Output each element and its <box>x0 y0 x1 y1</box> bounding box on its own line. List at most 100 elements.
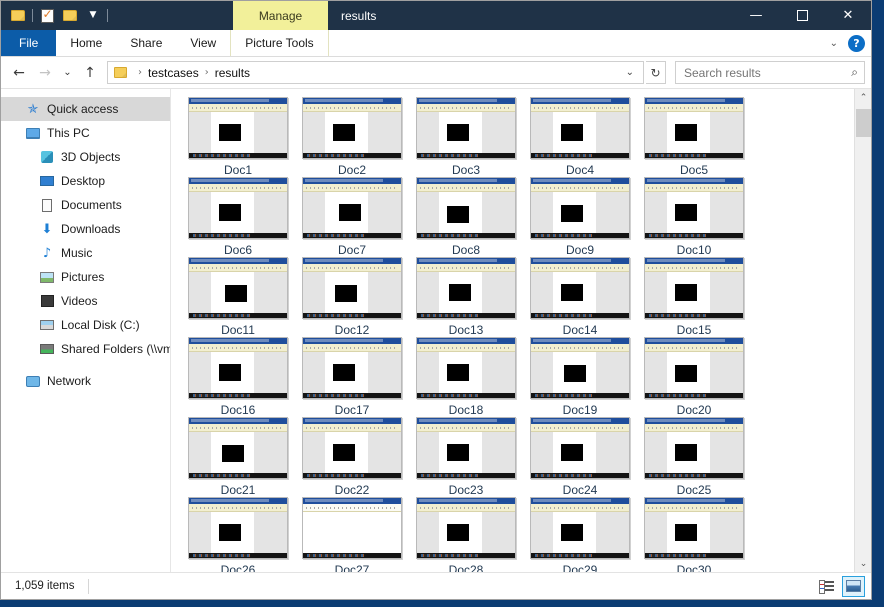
file-thumbnail[interactable] <box>188 97 288 159</box>
search-box[interactable]: ⌕ <box>675 61 865 84</box>
file-thumbnail[interactable] <box>530 417 630 479</box>
file-thumbnail[interactable] <box>644 257 744 319</box>
file-item[interactable]: Doc23 <box>409 417 523 497</box>
file-thumbnail[interactable] <box>188 497 288 559</box>
scrollbar-thumb[interactable] <box>856 109 871 137</box>
sidebar-item-local-disk-c[interactable]: Local Disk (C:) <box>1 313 170 337</box>
scroll-up-button[interactable]: ⌃ <box>855 89 871 106</box>
file-item[interactable]: Doc10 <box>637 177 751 257</box>
customize-caret-icon[interactable]: ▼ <box>84 7 102 25</box>
file-item[interactable]: Doc11 <box>181 257 295 337</box>
address-dropdown-icon[interactable]: ⌄ <box>620 67 640 78</box>
sidebar-item-desktop[interactable]: Desktop <box>1 169 170 193</box>
breadcrumb-separator-1[interactable]: › <box>205 67 209 78</box>
file-thumbnail[interactable] <box>302 497 402 559</box>
folder-icon[interactable] <box>9 7 27 25</box>
file-item[interactable]: Doc16 <box>181 337 295 417</box>
tab-home[interactable]: Home <box>56 30 116 56</box>
new-folder-icon[interactable] <box>61 7 79 25</box>
file-item[interactable]: Doc8 <box>409 177 523 257</box>
sidebar-item-3d-objects[interactable]: 3D Objects <box>1 145 170 169</box>
large-icons-view-button[interactable] <box>842 575 865 597</box>
file-item[interactable]: Doc18 <box>409 337 523 417</box>
breadcrumb-separator-0[interactable]: › <box>138 67 142 78</box>
sidebar-item-videos[interactable]: Videos <box>1 289 170 313</box>
file-item[interactable]: Doc7 <box>295 177 409 257</box>
up-button[interactable]: ↑ <box>78 61 102 85</box>
file-item[interactable]: Doc5 <box>637 97 751 177</box>
file-thumbnail[interactable] <box>530 337 630 399</box>
file-item[interactable]: Doc28 <box>409 497 523 572</box>
file-item[interactable]: Doc22 <box>295 417 409 497</box>
tab-view[interactable]: View <box>176 30 230 56</box>
file-thumbnail[interactable] <box>416 497 516 559</box>
file-item[interactable]: Doc15 <box>637 257 751 337</box>
sidebar-item-quick-access[interactable]: ✯ Quick access <box>1 97 170 121</box>
file-item[interactable]: Doc21 <box>181 417 295 497</box>
recent-locations-icon[interactable]: ⌄ <box>59 61 76 85</box>
file-item[interactable]: Doc26 <box>181 497 295 572</box>
search-input[interactable] <box>682 64 852 81</box>
sidebar-item-shared-folders-vm[interactable]: Shared Folders (\\vm <box>1 337 170 361</box>
file-item[interactable]: Doc6 <box>181 177 295 257</box>
file-item[interactable]: Doc25 <box>637 417 751 497</box>
back-button[interactable]: ← <box>7 61 31 85</box>
file-thumbnail[interactable] <box>188 337 288 399</box>
refresh-icon[interactable]: ↻ <box>646 61 666 84</box>
properties-icon[interactable] <box>38 7 56 25</box>
file-thumbnail[interactable] <box>530 177 630 239</box>
file-thumbnail[interactable] <box>302 337 402 399</box>
file-item[interactable]: Doc3 <box>409 97 523 177</box>
file-thumbnail[interactable] <box>644 417 744 479</box>
file-item[interactable]: Doc14 <box>523 257 637 337</box>
file-thumbnail[interactable] <box>530 497 630 559</box>
details-view-button[interactable] <box>815 576 838 597</box>
tab-file[interactable]: File <box>1 30 57 56</box>
file-item[interactable]: Doc20 <box>637 337 751 417</box>
tab-share[interactable]: Share <box>116 30 176 56</box>
breadcrumb[interactable]: › testcases › results ⌄ <box>107 61 644 84</box>
file-item[interactable]: Doc27 <box>295 497 409 572</box>
file-item[interactable]: Doc19 <box>523 337 637 417</box>
vertical-scrollbar[interactable]: ⌃ ⌄ <box>854 89 871 572</box>
forward-button[interactable]: → <box>33 61 57 85</box>
file-thumbnail[interactable] <box>188 177 288 239</box>
file-thumbnail[interactable] <box>302 177 402 239</box>
sidebar-item-documents[interactable]: Documents <box>1 193 170 217</box>
file-thumbnail[interactable] <box>416 97 516 159</box>
file-item[interactable]: Doc1 <box>181 97 295 177</box>
file-thumbnail[interactable] <box>302 257 402 319</box>
breadcrumb-item-testcases[interactable]: testcases <box>148 66 199 80</box>
help-icon[interactable]: ? <box>848 35 865 52</box>
file-item[interactable]: Doc12 <box>295 257 409 337</box>
file-item[interactable]: Doc4 <box>523 97 637 177</box>
file-thumbnail[interactable] <box>416 417 516 479</box>
file-item[interactable]: Doc24 <box>523 417 637 497</box>
file-thumbnail[interactable] <box>416 257 516 319</box>
file-thumbnail[interactable] <box>530 257 630 319</box>
sidebar-item-downloads[interactable]: ⬇ Downloads <box>1 217 170 241</box>
file-thumbnail[interactable] <box>644 337 744 399</box>
file-thumbnail[interactable] <box>302 97 402 159</box>
file-thumbnail[interactable] <box>416 177 516 239</box>
file-thumbnail[interactable] <box>188 257 288 319</box>
tab-picture-tools[interactable]: Picture Tools <box>230 30 329 56</box>
minimize-button[interactable]: — <box>733 1 779 30</box>
file-thumbnail[interactable] <box>188 417 288 479</box>
file-item[interactable]: Doc9 <box>523 177 637 257</box>
file-item[interactable]: Doc30 <box>637 497 751 572</box>
file-thumbnail[interactable] <box>644 97 744 159</box>
sidebar-item-music[interactable]: ♪ Music <box>1 241 170 265</box>
scroll-down-button[interactable]: ⌄ <box>855 555 871 572</box>
search-icon[interactable]: ⌕ <box>851 65 858 80</box>
file-item[interactable]: Doc2 <box>295 97 409 177</box>
file-item[interactable]: Doc13 <box>409 257 523 337</box>
file-item[interactable]: Doc17 <box>295 337 409 417</box>
file-thumbnail[interactable] <box>644 497 744 559</box>
file-thumbnail[interactable] <box>644 177 744 239</box>
maximize-button[interactable] <box>779 1 825 30</box>
file-thumbnail[interactable] <box>302 417 402 479</box>
sidebar-item-network[interactable]: Network <box>1 369 170 393</box>
sidebar-item-pictures[interactable]: Pictures <box>1 265 170 289</box>
chevron-down-icon[interactable]: ⌄ <box>830 38 838 49</box>
